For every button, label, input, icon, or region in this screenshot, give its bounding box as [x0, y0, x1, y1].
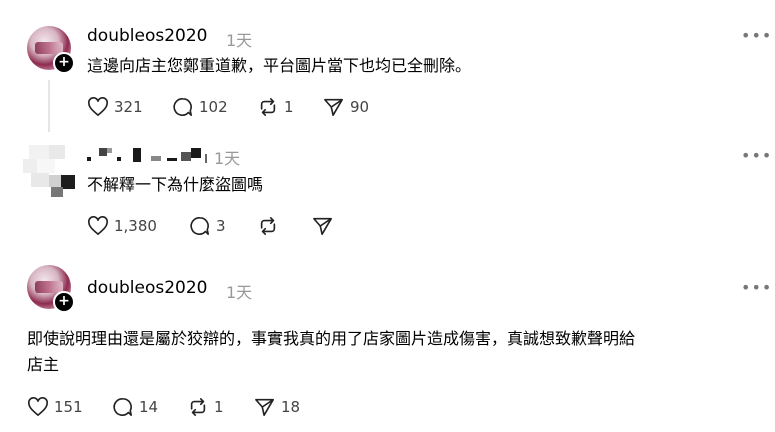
share-count: 18 [281, 398, 301, 416]
more-options-icon[interactable]: ••• [741, 146, 772, 165]
repost-button[interactable]: 1 [187, 397, 224, 417]
username[interactable]: doubleos2020 [87, 278, 207, 298]
repost-count: 1 [214, 398, 224, 416]
comment-count: 102 [199, 98, 228, 116]
like-count: 1,380 [114, 217, 157, 235]
like-button[interactable]: 151 [27, 397, 83, 417]
post-text-line-2: 店主 [27, 355, 60, 374]
heart-icon [88, 216, 108, 236]
comment-button[interactable]: 102 [172, 97, 228, 117]
share-button[interactable] [312, 216, 339, 236]
username-masked[interactable] [87, 146, 212, 164]
thread-line [48, 80, 50, 132]
repost-button[interactable]: 1 [257, 97, 294, 117]
post-text: 這邊向店主您鄭重道歉，平台圖片當下也均已全刪除。 [87, 56, 472, 75]
post-text-line-1: 即使說明理由還是屬於狡辯的，事實我真的用了店家圖片造成傷害，真誠想致歉聲明給 [27, 329, 636, 348]
repost-count: 1 [284, 98, 294, 116]
share-count: 90 [350, 98, 370, 116]
repost-icon [260, 98, 276, 116]
avatar[interactable]: + [27, 265, 75, 313]
send-icon [313, 217, 332, 235]
comment-bubble-icon [173, 97, 192, 116]
repost-button[interactable] [257, 216, 284, 236]
comment-button[interactable]: 14 [112, 397, 158, 417]
like-count: 321 [114, 98, 143, 116]
timestamp: 1天 [226, 31, 253, 50]
more-options-icon[interactable]: ••• [741, 278, 772, 297]
heart-icon [88, 97, 108, 117]
username[interactable]: doubleos2020 [87, 26, 207, 46]
share-button[interactable]: 90 [323, 97, 369, 117]
like-button[interactable]: 1,380 [87, 216, 157, 236]
heart-icon [28, 397, 48, 417]
send-icon [324, 98, 343, 116]
avatar[interactable]: + [27, 26, 75, 74]
more-options-icon[interactable]: ••• [741, 26, 772, 45]
comment-bubble-icon [113, 397, 132, 416]
timestamp: 1天 [214, 149, 241, 168]
share-button[interactable]: 18 [254, 397, 300, 417]
comment-count: 14 [139, 398, 159, 416]
follow-plus-icon[interactable]: + [53, 52, 75, 74]
timestamp: 1天 [226, 283, 253, 302]
follow-plus-icon[interactable]: + [53, 291, 75, 313]
avatar-pixelated[interactable] [23, 145, 75, 197]
post-text: 不解釋一下為什麼盜圖嗎 [87, 175, 264, 194]
comment-count: 3 [216, 217, 226, 235]
comment-bubble-icon [190, 216, 209, 235]
comment-button[interactable]: 3 [189, 216, 226, 236]
like-count: 151 [54, 398, 83, 416]
repost-icon [190, 398, 206, 416]
send-icon [255, 398, 274, 416]
like-button[interactable]: 321 [87, 97, 143, 117]
repost-icon [260, 217, 276, 235]
